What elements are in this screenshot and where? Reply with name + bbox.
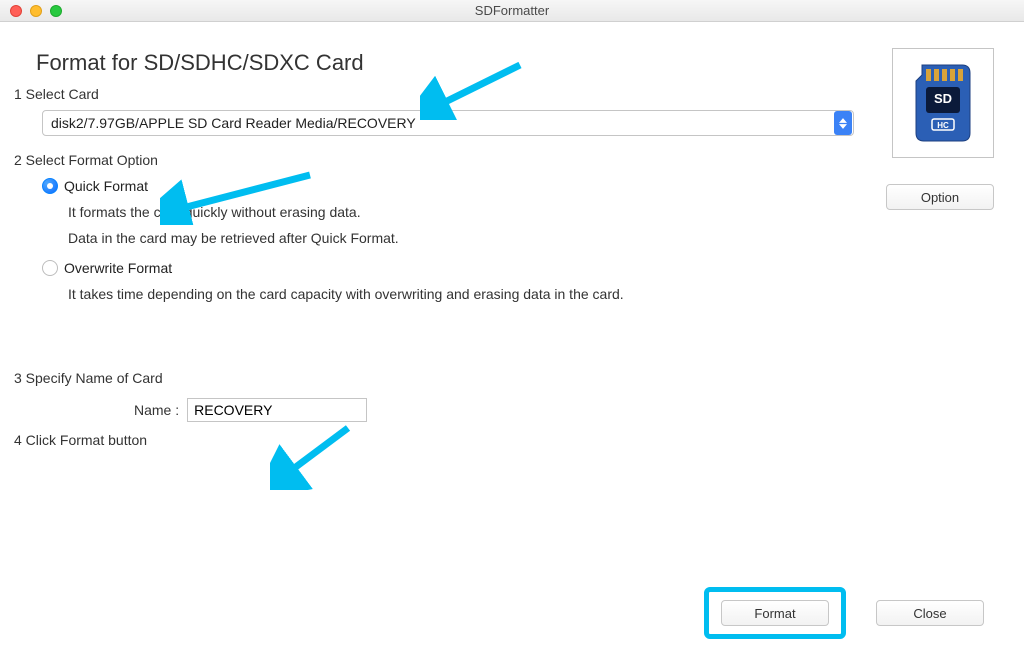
card-select[interactable]: disk2/7.97GB/APPLE SD Card Reader Media/… bbox=[42, 110, 854, 136]
option-button[interactable]: Option bbox=[886, 184, 994, 210]
quick-format-label: Quick Format bbox=[64, 178, 148, 194]
titlebar: SDFormatter bbox=[0, 0, 1024, 22]
quick-format-desc-1: It formats the card quickly without eras… bbox=[68, 204, 994, 220]
overwrite-format-row[interactable]: Overwrite Format bbox=[42, 260, 994, 276]
overwrite-format-label: Overwrite Format bbox=[64, 260, 172, 276]
overwrite-format-desc: It takes time depending on the card capa… bbox=[68, 286, 994, 302]
step-3-label: 3 Specify Name of Card bbox=[14, 370, 994, 386]
dropdown-arrows-icon bbox=[834, 111, 852, 135]
format-button-highlight: Format bbox=[704, 587, 846, 639]
name-label: Name : bbox=[134, 402, 179, 418]
page-heading: Format for SD/SDHC/SDXC Card bbox=[36, 50, 994, 76]
card-select-value: disk2/7.97GB/APPLE SD Card Reader Media/… bbox=[51, 115, 416, 131]
step-2-label: 2 Select Format Option bbox=[14, 152, 994, 168]
sd-card-logo: SD HC bbox=[892, 48, 994, 158]
quick-format-row[interactable]: Quick Format bbox=[42, 178, 994, 194]
close-button[interactable]: Close bbox=[876, 600, 984, 626]
name-input[interactable] bbox=[187, 398, 367, 422]
window-title: SDFormatter bbox=[0, 3, 1024, 18]
step-4-label: 4 Click Format button bbox=[14, 432, 994, 448]
svg-text:HC: HC bbox=[937, 121, 949, 130]
overwrite-format-radio[interactable] bbox=[42, 260, 58, 276]
quick-format-radio[interactable] bbox=[42, 178, 58, 194]
step-1-label: 1 Select Card bbox=[14, 86, 994, 102]
svg-text:SD: SD bbox=[934, 91, 952, 106]
quick-format-desc-2: Data in the card may be retrieved after … bbox=[68, 230, 994, 246]
format-button[interactable]: Format bbox=[721, 600, 829, 626]
